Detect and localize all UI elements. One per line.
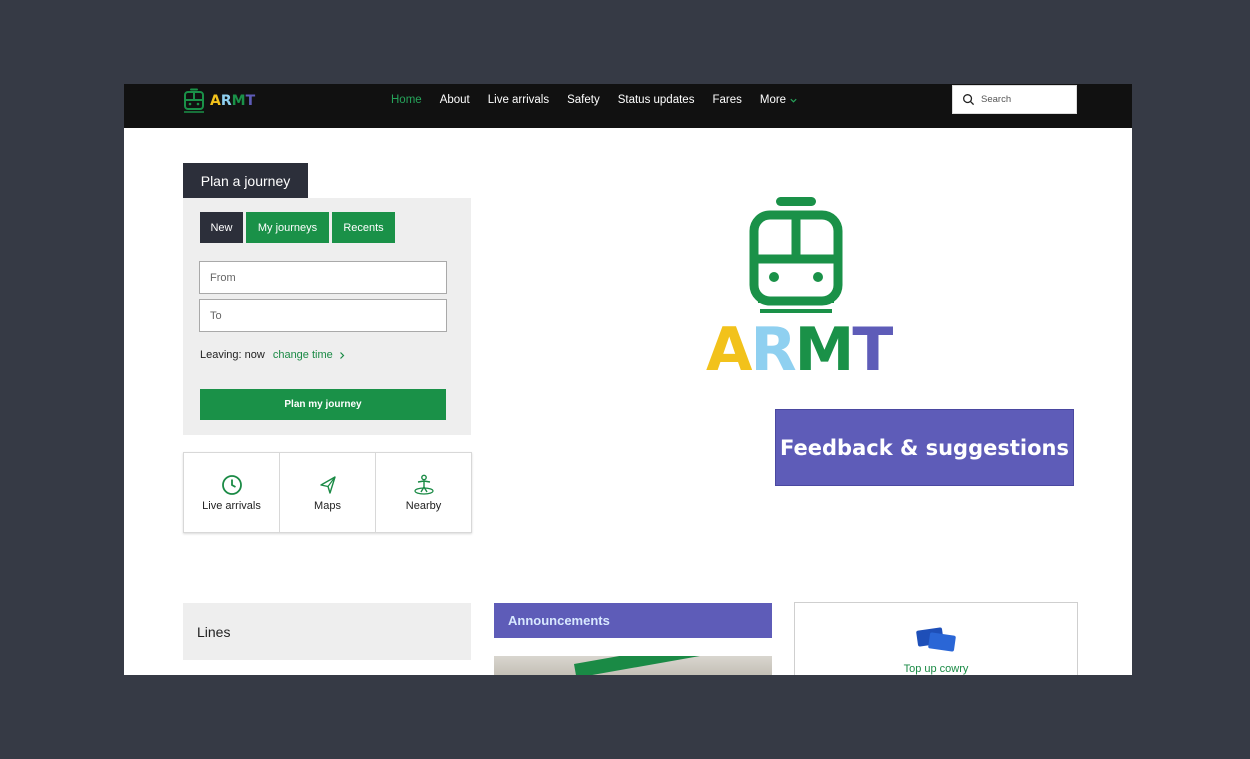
leaving-label: Leaving: now [200,349,265,361]
quick-link-label: Maps [314,499,341,512]
from-field[interactable] [199,261,447,294]
leaving-row: Leaving: now change time [200,349,345,361]
main-nav: Home About Live arrivals Safety Status u… [391,93,816,107]
card-icon [916,627,956,652]
brand-text: ARMT [210,93,255,109]
nav-safety[interactable]: Safety [567,93,600,107]
announcements-header: Announcements [494,603,772,638]
hero-letter-r: R [750,315,796,385]
topup-card[interactable]: Top up cowry [794,602,1078,675]
search-box[interactable] [952,85,1077,114]
change-time-link[interactable]: change time [273,349,345,361]
nav-more-label: More [759,94,787,106]
hero-letter-t: T [852,315,893,385]
search-icon [963,94,975,106]
to-field[interactable] [199,299,447,332]
search-input[interactable] [981,94,1071,105]
topup-link[interactable]: Top up cowry [795,663,1077,675]
plan-my-journey-button[interactable]: Plan my journey [200,389,446,420]
plan-journey-title: Plan a journey [183,163,308,198]
tab-my-journeys[interactable]: My journeys [246,212,329,243]
journey-tabs: New My journeys Recents [200,212,395,243]
quick-link-label: Nearby [405,499,442,512]
nav-fares[interactable]: Fares [712,93,741,107]
brand-letter-r: R [220,93,232,109]
nav-status-updates[interactable]: Status updates [618,93,695,107]
chevron-right-icon [339,351,345,359]
tab-recents[interactable]: Recents [332,212,395,243]
tab-new[interactable]: New [200,212,243,243]
feedback-button[interactable]: Feedback & suggestions [775,409,1074,486]
brand-logo[interactable]: ARMT [182,86,255,116]
quick-link-nearby[interactable]: Nearby [376,453,471,532]
train-logo-icon [749,197,843,313]
clock-icon [221,474,242,495]
change-time-label: change time [272,349,333,361]
announcement-image[interactable] [494,656,772,675]
hero-brand-text: ARMT [706,319,893,381]
nav-more[interactable]: More [760,93,798,107]
quick-link-live-arrivals[interactable]: Live arrivals [184,453,280,532]
brand-letter-m: M [231,93,246,109]
lines-header: Lines [183,603,471,660]
quick-link-maps[interactable]: Maps [280,453,376,532]
brand-letter-a: A [210,93,221,109]
page: ARMT Home About Live arrivals Safety Sta… [124,84,1132,675]
hero-letter-m: M [794,315,855,385]
nav-home[interactable]: Home [391,93,422,107]
nav-live-arrivals[interactable]: Live arrivals [488,93,549,107]
nearby-person-icon [413,474,434,495]
paper-plane-icon [319,475,336,494]
top-nav-bar: ARMT Home About Live arrivals Safety Sta… [124,84,1132,128]
brand-letter-t: T [245,93,256,109]
quick-link-label: Live arrivals [202,499,261,512]
plan-journey-panel: New My journeys Recents Leaving: now cha… [183,198,471,435]
image-green-stripe [573,656,735,675]
nav-about[interactable]: About [440,93,470,107]
hero-letter-a: A [706,315,752,385]
chevron-down-icon [790,98,797,103]
quick-links: Live arrivals Maps Nearby [183,452,472,533]
train-icon [184,88,204,113]
